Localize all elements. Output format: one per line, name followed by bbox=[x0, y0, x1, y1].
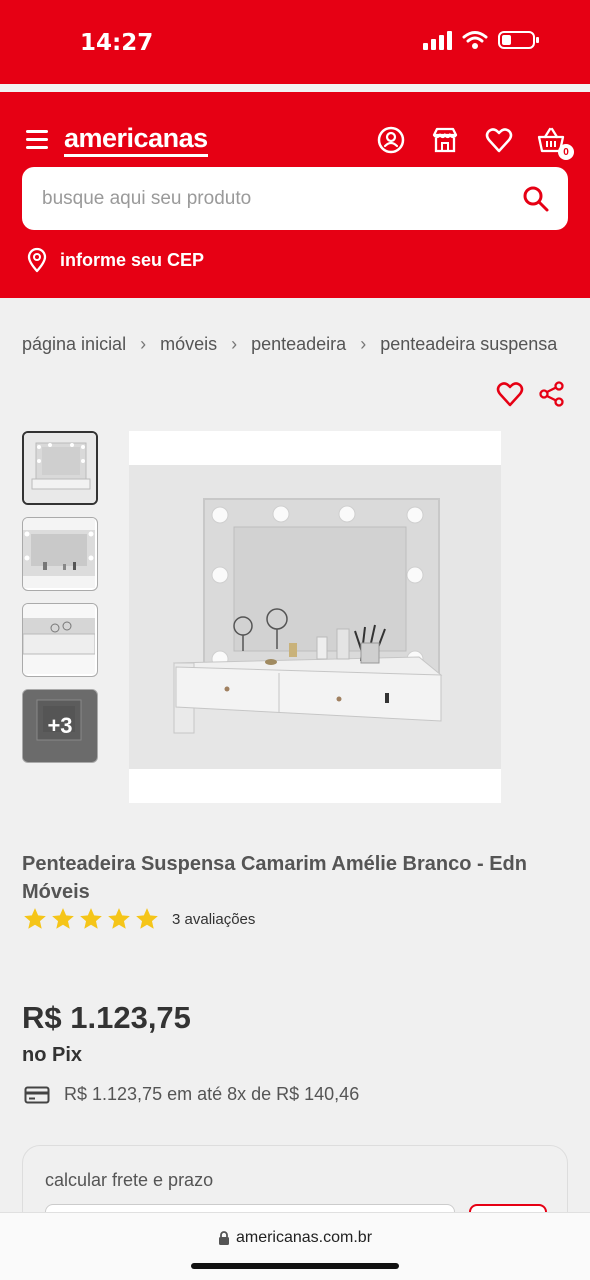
battery-icon bbox=[498, 31, 539, 49]
americanas-logo[interactable]: americanas bbox=[64, 122, 208, 157]
vanity-closeup-image bbox=[23, 518, 95, 588]
credit-card-icon bbox=[24, 1086, 50, 1103]
status-icons bbox=[422, 30, 540, 50]
favorites-heart-icon[interactable] bbox=[484, 125, 514, 155]
star-icon bbox=[108, 908, 130, 929]
signal-icon bbox=[423, 31, 452, 50]
lock-icon bbox=[218, 1231, 229, 1245]
breadcrumb-home[interactable]: página inicial bbox=[22, 334, 126, 355]
chevron-right-icon: › bbox=[360, 333, 367, 354]
cep-link[interactable]: informe seu CEP bbox=[26, 247, 204, 273]
product-thumbnail[interactable] bbox=[22, 603, 98, 677]
store-icon[interactable] bbox=[430, 125, 460, 155]
favorite-heart-icon[interactable] bbox=[496, 380, 524, 408]
breadcrumb: página inicial › móveis › penteadeira › … bbox=[22, 330, 590, 358]
breadcrumb-penteadeira[interactable]: penteadeira bbox=[251, 334, 346, 355]
wifi-icon bbox=[462, 31, 488, 49]
installment-text: R$ 1.123,75 em até 8x de R$ 140,46 bbox=[64, 1084, 360, 1104]
status-divider bbox=[0, 84, 590, 92]
freight-label: calcular frete e prazo bbox=[45, 1170, 214, 1190]
product-price: R$ 1.123,75 bbox=[22, 1000, 191, 1035]
breadcrumb-penteadeira-suspensa[interactable]: penteadeira suspensa bbox=[380, 334, 557, 355]
more-images-count: +3 bbox=[47, 713, 73, 738]
chevron-right-icon: › bbox=[140, 333, 147, 354]
url-display[interactable]: americanas.com.br bbox=[0, 1229, 590, 1247]
url-text: americanas.com.br bbox=[235, 1229, 373, 1246]
review-count[interactable]: 3 avaliações bbox=[172, 911, 255, 928]
vanity-shelf-image bbox=[23, 604, 96, 674]
account-icon[interactable] bbox=[376, 125, 406, 155]
vanity-mirror-image bbox=[129, 465, 501, 769]
cep-label: informe seu CEP bbox=[60, 249, 205, 270]
share-icon[interactable] bbox=[538, 380, 566, 408]
price-note: no Pix bbox=[22, 1044, 83, 1066]
browser-url-bar[interactable]: americanas.com.br bbox=[0, 1212, 590, 1280]
search-icon[interactable] bbox=[522, 185, 550, 213]
main-product-image[interactable] bbox=[129, 431, 501, 803]
vanity-mirror-image bbox=[24, 433, 96, 503]
cart-count-badge: 0 bbox=[558, 144, 574, 160]
rating-stars bbox=[22, 906, 160, 932]
more-images-thumbnail[interactable]: +3 bbox=[22, 689, 98, 763]
search-input[interactable] bbox=[42, 167, 502, 230]
star-icon bbox=[52, 908, 74, 929]
product-rating[interactable]: 3 avaliações bbox=[22, 906, 255, 932]
status-bar: 14:27 bbox=[0, 0, 590, 84]
home-indicator[interactable] bbox=[191, 1263, 399, 1269]
search-bar bbox=[22, 167, 568, 230]
location-pin-icon bbox=[27, 247, 47, 273]
site-header: americanas 0 informe seu CEP bbox=[0, 92, 590, 298]
star-icon bbox=[24, 908, 46, 929]
product-thumbnail[interactable] bbox=[22, 517, 98, 591]
star-icon bbox=[80, 908, 102, 929]
product-title: Penteadeira Suspensa Camarim Amélie Bran… bbox=[22, 853, 527, 903]
breadcrumb-moveis[interactable]: móveis bbox=[160, 334, 217, 355]
menu-icon[interactable] bbox=[26, 128, 50, 150]
chevron-right-icon: › bbox=[231, 333, 238, 354]
product-thumbnail[interactable] bbox=[22, 431, 98, 505]
installment-info: R$ 1.123,75 em até 8x de R$ 140,46 bbox=[24, 1084, 359, 1105]
star-icon bbox=[136, 908, 158, 929]
status-time: 14:27 bbox=[80, 30, 154, 56]
